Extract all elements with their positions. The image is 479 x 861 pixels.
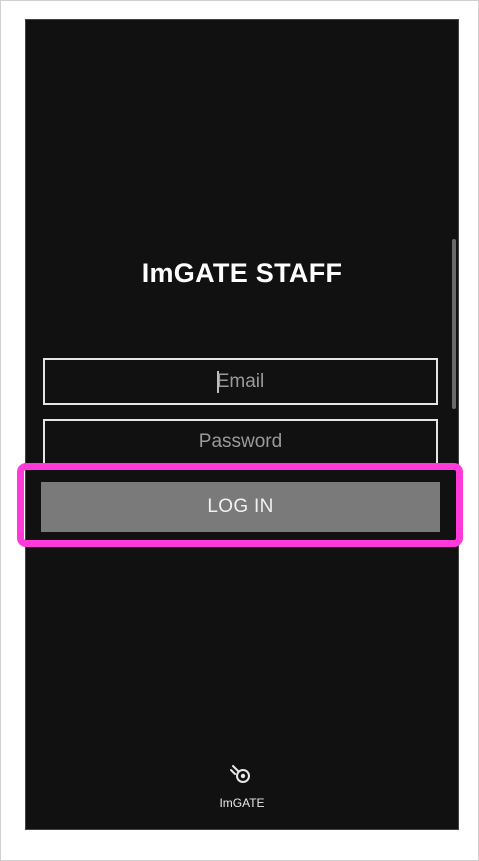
email-field[interactable] xyxy=(43,358,438,405)
imgate-logo-icon xyxy=(230,765,250,783)
app-title: ImGATE STAFF xyxy=(141,258,343,288)
text-cursor xyxy=(217,371,219,393)
device-frame: ImGATE STAFF LOG IN ImGATE xyxy=(0,0,479,861)
password-field[interactable] xyxy=(43,419,438,463)
brand-logo-text: ImGATE xyxy=(219,796,265,810)
login-button[interactable]: LOG IN xyxy=(41,482,440,532)
